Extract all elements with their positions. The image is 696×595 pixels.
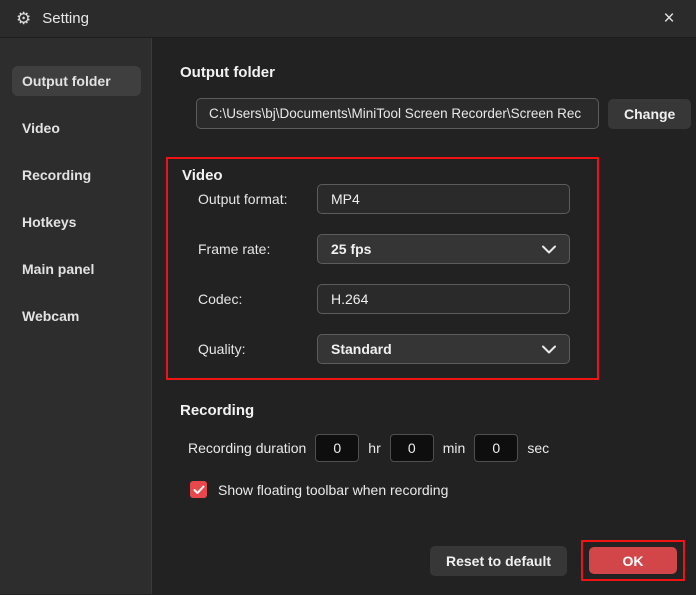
- output-folder-row: Change: [196, 98, 696, 129]
- output-format-input[interactable]: [317, 184, 570, 214]
- change-button[interactable]: Change: [608, 98, 692, 129]
- codec-input[interactable]: [317, 284, 570, 314]
- quality-label: Quality:: [198, 341, 246, 357]
- sidebar: Output folder Video Recording Hotkeys Ma…: [0, 38, 152, 594]
- recording-duration-label: Recording duration: [188, 440, 307, 456]
- window-body: Output folder Video Recording Hotkeys Ma…: [0, 38, 696, 594]
- titlebar: ⚙ Setting ×: [0, 0, 696, 38]
- video-section-annotation-box: Video Output format: Frame rate: 25 fps …: [166, 157, 599, 380]
- video-heading: Video: [182, 167, 223, 184]
- output-folder-path-input[interactable]: [196, 98, 599, 129]
- gear-icon: ⚙: [16, 9, 32, 28]
- frame-rate-select[interactable]: 25 fps: [317, 234, 570, 264]
- output-folder-heading: Output folder: [180, 64, 275, 81]
- frame-rate-label: Frame rate:: [198, 241, 271, 257]
- sidebar-item-recording[interactable]: Recording: [12, 160, 141, 190]
- codec-row: Codec:: [198, 284, 597, 314]
- close-icon[interactable]: ×: [656, 8, 682, 30]
- floating-toolbar-row: Show floating toolbar when recording: [190, 481, 696, 498]
- min-label: min: [442, 440, 466, 456]
- hours-input[interactable]: [315, 434, 360, 462]
- reset-to-default-button[interactable]: Reset to default: [429, 545, 567, 576]
- sidebar-item-webcam[interactable]: Webcam: [12, 301, 141, 331]
- hr-label: hr: [368, 440, 381, 456]
- footer-buttons: Reset to default OK: [429, 540, 685, 581]
- recording-heading: Recording: [180, 402, 255, 419]
- ok-button-annotation-box: OK: [581, 540, 685, 581]
- sidebar-item-video[interactable]: Video: [12, 113, 141, 143]
- chevron-down-icon: [542, 345, 556, 353]
- settings-panel: Output folder Change Video Output format…: [152, 38, 696, 594]
- frame-rate-value: 25 fps: [331, 241, 372, 257]
- chevron-down-icon: [542, 245, 556, 253]
- floating-toolbar-label: Show floating toolbar when recording: [218, 481, 449, 498]
- recording-duration-row: Recording duration hr min sec: [188, 434, 696, 462]
- quality-row: Quality: Standard: [198, 334, 597, 364]
- minutes-input[interactable]: [389, 434, 434, 462]
- sidebar-item-main-panel[interactable]: Main panel: [12, 254, 141, 284]
- quality-value: Standard: [331, 341, 392, 357]
- sidebar-item-output-folder[interactable]: Output folder: [12, 66, 141, 96]
- output-format-label: Output format:: [198, 191, 288, 207]
- quality-select[interactable]: Standard: [317, 334, 570, 364]
- seconds-input[interactable]: [474, 434, 519, 462]
- check-icon: [193, 485, 204, 494]
- codec-label: Codec:: [198, 291, 243, 307]
- frame-rate-row: Frame rate: 25 fps: [198, 234, 597, 264]
- sidebar-item-hotkeys[interactable]: Hotkeys: [12, 207, 141, 237]
- output-format-row: Output format:: [198, 184, 597, 214]
- window-title: Setting: [42, 10, 89, 27]
- ok-button[interactable]: OK: [589, 547, 677, 574]
- sec-label: sec: [527, 440, 550, 456]
- floating-toolbar-checkbox[interactable]: [190, 481, 207, 498]
